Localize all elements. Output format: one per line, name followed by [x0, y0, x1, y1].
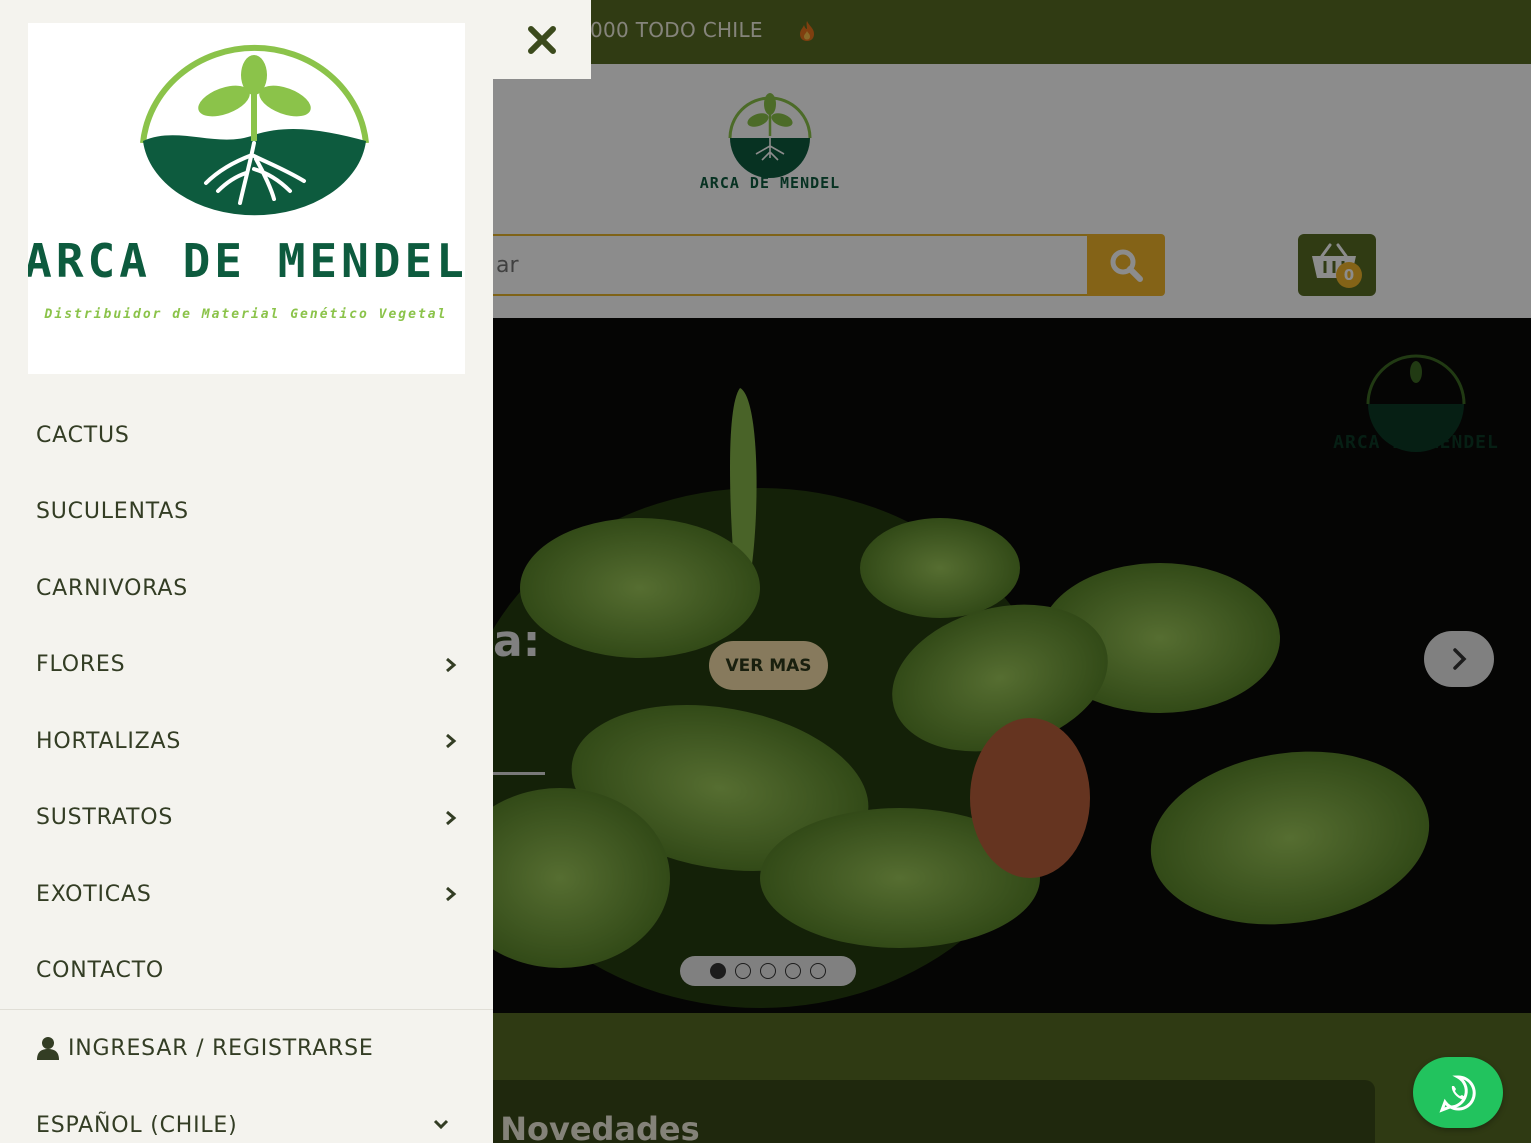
- drawer-menu: CACTUS SUCULENTAS CARNIVORAS FLORES HORT…: [0, 397, 493, 1009]
- chevron-right-icon[interactable]: [444, 655, 458, 675]
- menu-item-contacto[interactable]: CONTACTO: [0, 933, 493, 1010]
- chevron-right-icon[interactable]: [444, 731, 458, 751]
- menu-item-hortalizas[interactable]: HORTALIZAS: [0, 703, 493, 780]
- menu-item-label: FLORES: [36, 652, 126, 678]
- menu-item-label: SUSTRATOS: [36, 805, 174, 831]
- drawer-logo[interactable]: ARCA DE MENDEL Distribuidor de Material …: [24, 23, 465, 374]
- chevron-down-icon: [433, 1119, 449, 1130]
- menu-item-suculentas[interactable]: SUCULENTAS: [0, 474, 493, 551]
- menu-item-label: HORTALIZAS: [36, 728, 182, 754]
- close-drawer-button[interactable]: [493, 0, 591, 79]
- drawer-logo-tagline: Distribuidor de Material Genético Vegeta…: [44, 307, 448, 322]
- whatsapp-icon: [1439, 1074, 1476, 1113]
- menu-item-flores[interactable]: FLORES: [0, 627, 493, 704]
- menu-item-label: CACTUS: [36, 422, 130, 448]
- drawer-divider: [0, 1009, 493, 1010]
- menu-item-sustratos[interactable]: SUSTRATOS: [0, 780, 493, 857]
- menu-item-label: CARNIVORAS: [36, 575, 189, 601]
- mobile-menu-drawer: ARCA DE MENDEL Distribuidor de Material …: [0, 0, 493, 1143]
- close-icon: [528, 25, 556, 54]
- chevron-right-icon[interactable]: [444, 808, 458, 828]
- language-label: ESPAÑOL (CHILE): [36, 1112, 238, 1138]
- menu-item-label: SUCULENTAS: [36, 499, 189, 525]
- login-register-label: INGRESAR / REGISTRARSE: [68, 1035, 374, 1061]
- menu-item-carnivoras[interactable]: CARNIVORAS: [0, 550, 493, 627]
- menu-item-label: EXOTICAS: [36, 881, 152, 907]
- chevron-right-icon[interactable]: [444, 884, 458, 904]
- language-selector[interactable]: ESPAÑOL (CHILE): [36, 1105, 456, 1143]
- drawer-logo-name: ARCA DE MENDEL: [28, 234, 465, 288]
- user-icon: [37, 1037, 59, 1060]
- whatsapp-button[interactable]: [1413, 1057, 1503, 1128]
- menu-item-exoticas[interactable]: EXOTICAS: [0, 856, 493, 933]
- menu-item-label: CONTACTO: [36, 958, 165, 984]
- menu-item-cactus[interactable]: CACTUS: [0, 397, 493, 474]
- login-register-link[interactable]: INGRESAR / REGISTRARSE: [36, 1030, 374, 1066]
